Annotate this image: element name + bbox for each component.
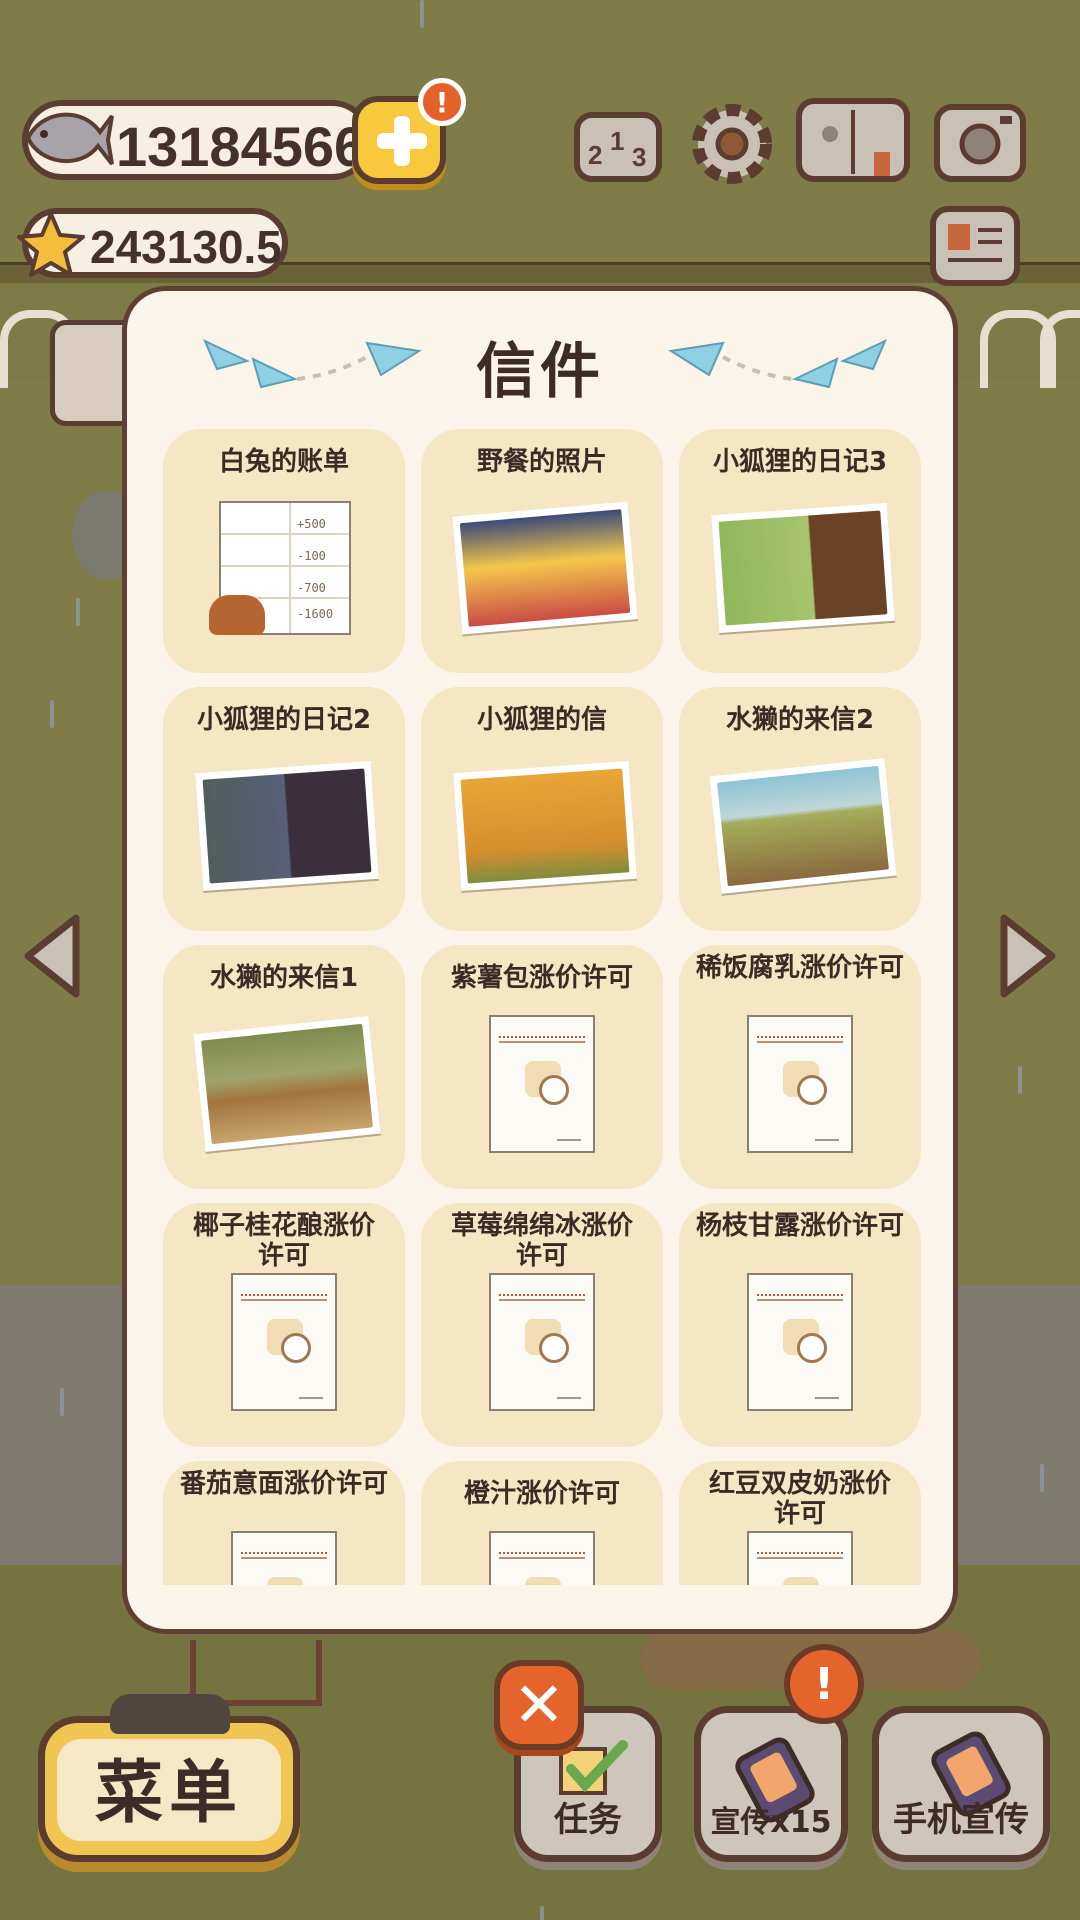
svg-text:1: 1: [610, 126, 624, 156]
permit-document-thumbnail: [489, 1273, 595, 1411]
menu-label: 菜单: [94, 1754, 243, 1833]
letter-title: 稀饭腐乳涨价许可: [695, 953, 904, 983]
letters-modal: 信件 白兔的账单 +500 -100 -700 -1600 野餐的照片 小狐狸的…: [122, 286, 958, 1634]
promote-alert-badge: !: [784, 1644, 864, 1724]
fish-count: 13184566: [116, 115, 366, 178]
ledger-entry: -700: [297, 581, 326, 595]
permit-document-thumbnail: [489, 1531, 595, 1585]
letter-card[interactable]: 小狐狸的日记2: [163, 687, 405, 931]
ranking-button[interactable]: 2 1 3: [574, 112, 662, 182]
book-button[interactable]: [796, 98, 910, 182]
book-icon: [822, 110, 890, 176]
star-count: 243130.5: [90, 221, 282, 273]
star-icon: [17, 212, 85, 277]
ledger-entry: +500: [297, 517, 326, 531]
letter-title: 水獭的来信1: [209, 963, 359, 993]
letter-card[interactable]: 番茄意面涨价许可: [163, 1461, 405, 1585]
clipboard-clip: [110, 1694, 230, 1734]
wallet-icon: [209, 595, 265, 635]
letters-grid: 白兔的账单 +500 -100 -700 -1600 野餐的照片 小狐狸的日记3: [163, 429, 923, 1585]
phone-promote-button[interactable]: 手机宣传: [872, 1706, 1050, 1862]
letter-title: 水獭的来信2: [725, 705, 875, 735]
arrow-left-icon[interactable]: [20, 910, 84, 1002]
letter-title: 番茄意面涨价许可: [179, 1469, 388, 1499]
permit-document-thumbnail: [747, 1531, 853, 1585]
letter-card[interactable]: 小狐狸的日记3: [679, 429, 921, 673]
letter-card[interactable]: 草莓绵绵冰涨价许可: [421, 1203, 663, 1447]
checkmark-icon: [559, 1740, 628, 1795]
letter-title: 橙汁涨价许可: [463, 1479, 620, 1509]
permit-document-thumbnail: [231, 1531, 337, 1585]
letter-card[interactable]: 水獭的来信2: [679, 687, 921, 931]
arrow-right-icon[interactable]: [996, 910, 1060, 1002]
promote-button[interactable]: 宣传x15: [694, 1706, 848, 1862]
letter-card[interactable]: 橙汁涨价许可: [421, 1461, 663, 1585]
otter-photo-thumbnail: [709, 758, 897, 894]
close-icon: ✕: [513, 1668, 565, 1741]
paper-plane-icon: [203, 338, 422, 389]
newspaper-button[interactable]: [930, 206, 1020, 286]
paper-plane-icon: [668, 338, 887, 389]
letter-card[interactable]: 稀饭腐乳涨价许可: [679, 945, 921, 1189]
newspaper-icon: [948, 224, 1002, 262]
fox-letter-photo-thumbnail: [453, 761, 637, 891]
fence-arch: [1040, 310, 1080, 388]
letter-card[interactable]: 水獭的来信1: [163, 945, 405, 1189]
letter-card[interactable]: 野餐的照片: [421, 429, 663, 673]
camera-icon: [959, 116, 1012, 165]
letter-card[interactable]: 杨枝甘露涨价许可: [679, 1203, 921, 1447]
letter-card[interactable]: 小狐狸的信: [421, 687, 663, 931]
permit-document-thumbnail: [231, 1273, 337, 1411]
letter-title: 紫薯包涨价许可: [450, 963, 633, 993]
letter-title: 野餐的照片: [476, 447, 607, 477]
otter-photo-thumbnail: [193, 1016, 381, 1152]
fish-alert-badge: !: [418, 78, 466, 126]
letter-title: 椰子桂花酿涨价许可: [192, 1211, 375, 1271]
tasks-label: 任务: [554, 1800, 622, 1840]
promote-label: 宣传x15: [710, 1805, 832, 1840]
picnic-photo-thumbnail: [452, 501, 638, 635]
letter-title: 白兔的账单: [218, 447, 349, 477]
letter-card[interactable]: 紫薯包涨价许可: [421, 945, 663, 1189]
fox-diary-photo-thumbnail: [711, 503, 895, 633]
svg-text:3: 3: [632, 142, 646, 172]
camera-button[interactable]: [934, 104, 1026, 182]
letter-title: 小狐狸的信: [476, 705, 607, 735]
letter-title: 杨枝甘露涨价许可: [695, 1211, 904, 1241]
letter-card[interactable]: 椰子桂花酿涨价许可: [163, 1203, 405, 1447]
letter-title: 小狐狸的日记2: [196, 705, 372, 735]
fish-icon: [25, 112, 114, 166]
menu-button[interactable]: 菜单: [38, 1716, 300, 1862]
permit-document-thumbnail: [747, 1015, 853, 1153]
ledger-entry: -1600: [297, 607, 334, 621]
permit-document-thumbnail: [747, 1273, 853, 1411]
letter-title: 草莓绵绵冰涨价许可: [450, 1211, 633, 1271]
letter-card[interactable]: 红豆双皮奶涨价许可: [679, 1461, 921, 1585]
permit-document-thumbnail: [489, 1015, 595, 1153]
ranking-icon: 2 1 3: [588, 126, 646, 172]
phone-promote-label: 手机宣传: [893, 1800, 1029, 1840]
ledger-entry: -100: [297, 549, 326, 563]
svg-text:2: 2: [588, 140, 602, 170]
close-button[interactable]: ✕: [494, 1660, 584, 1750]
letter-card[interactable]: 白兔的账单 +500 -100 -700 -1600: [163, 429, 405, 673]
fox-diary-photo-thumbnail: [195, 761, 379, 891]
ledger-thumbnail: +500 -100 -700 -1600: [209, 501, 351, 635]
gear-icon[interactable]: [686, 98, 778, 190]
letter-title: 红豆双皮奶涨价许可: [708, 1469, 891, 1529]
letter-title: 小狐狸的日记3: [712, 447, 888, 477]
